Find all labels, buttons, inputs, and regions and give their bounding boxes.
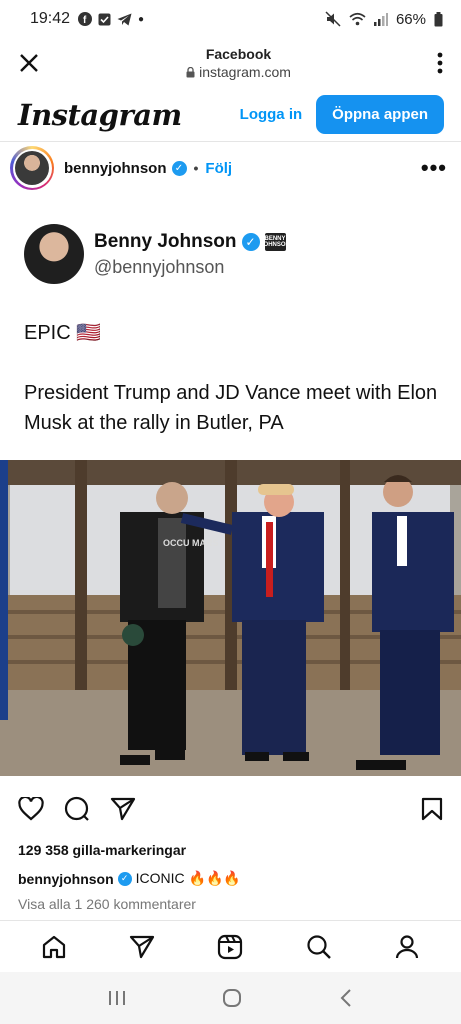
- browser-toolbar: Facebook instagram.com: [0, 38, 461, 88]
- tweet-card: Benny Johnson ✓ BENNY JOHNSON @bennyjohn…: [0, 194, 461, 460]
- search-icon[interactable]: [306, 934, 332, 960]
- avatar-story-ring[interactable]: [10, 146, 54, 190]
- status-bar: 19:42 f ● 66%: [0, 0, 461, 38]
- login-link[interactable]: Logga in: [240, 106, 303, 123]
- status-right: 66%: [325, 11, 443, 28]
- tweet-avatar: [24, 224, 84, 284]
- signal-icon: [373, 13, 388, 26]
- wifi-icon: [349, 12, 366, 26]
- header-actions: Logga in Öppna appen: [240, 95, 444, 134]
- instagram-logo[interactable]: Instagram: [18, 98, 182, 132]
- reels-icon[interactable]: [217, 934, 243, 960]
- recent-apps-icon[interactable]: [108, 990, 126, 1006]
- more-vertical-icon[interactable]: [437, 52, 443, 74]
- caption-text: ICONIC 🔥🔥🔥: [135, 870, 241, 886]
- telegram-icon: [117, 13, 132, 25]
- battery-percent: 66%: [395, 10, 426, 28]
- mute-icon: [325, 11, 341, 27]
- instagram-header: Instagram Logga in Öppna appen: [0, 88, 461, 142]
- status-time: 19:42: [30, 10, 71, 27]
- tweet-display-name: Benny Johnson: [94, 230, 237, 252]
- profile-icon[interactable]: [394, 934, 420, 960]
- more-options-icon[interactable]: •••: [421, 155, 447, 181]
- tweet-verified-icon: ✓: [241, 232, 260, 251]
- likes-count[interactable]: 129 358 gilla-markeringar: [18, 842, 186, 858]
- view-comments-link[interactable]: Visa alla 1 260 kommentarer: [18, 896, 196, 912]
- home-button-icon[interactable]: [222, 988, 242, 1008]
- caption-verified-icon: ✓: [117, 871, 132, 886]
- home-icon[interactable]: [41, 934, 67, 960]
- notification-icons: f ●: [78, 12, 144, 26]
- caption-username[interactable]: bennyjohnson: [18, 871, 114, 887]
- back-icon[interactable]: [339, 988, 353, 1008]
- post-username[interactable]: bennyjohnson: [64, 160, 167, 177]
- dot-icon: ●: [138, 13, 145, 25]
- close-icon[interactable]: [18, 52, 40, 74]
- tweet-names: Benny Johnson ✓ BENNY JOHNSON @bennyjohn…: [94, 230, 290, 278]
- direct-send-icon[interactable]: [129, 935, 155, 959]
- post-user-row: bennyjohnson ✓ • Följ: [64, 160, 232, 177]
- follow-button[interactable]: Följ: [205, 160, 232, 177]
- tweet-handle: @bennyjohnson: [94, 256, 225, 277]
- battery-icon: [434, 11, 443, 26]
- comment-icon[interactable]: [64, 796, 90, 822]
- photo-illustration: OCCU MARS: [0, 460, 461, 776]
- share-send-icon[interactable]: [110, 797, 136, 821]
- browser-url[interactable]: instagram.com: [186, 64, 291, 80]
- post-actions: [0, 790, 461, 828]
- shirt-text: OCCU MARS: [163, 538, 219, 548]
- tweet-author: Benny Johnson ✓ BENNY JOHNSON @bennyjohn…: [24, 224, 290, 284]
- tweet-name-row: Benny Johnson ✓ BENNY JOHNSON: [94, 230, 290, 253]
- caption: bennyjohnson ✓ ICONIC 🔥🔥🔥: [18, 870, 241, 887]
- avatar-ring-inner: [12, 148, 52, 188]
- open-app-button[interactable]: Öppna appen: [316, 95, 444, 134]
- status-left: 19:42 f ●: [30, 10, 144, 28]
- url-text: instagram.com: [199, 64, 291, 80]
- facebook-icon: f: [78, 12, 93, 26]
- android-nav-bar: [0, 972, 461, 1024]
- lock-icon: [186, 66, 195, 77]
- post-photo[interactable]: OCCU MARS: [0, 460, 461, 776]
- browser-title-block: Facebook instagram.com: [186, 46, 291, 80]
- post-header: bennyjohnson ✓ • Följ •••: [0, 142, 461, 194]
- avatar: [15, 151, 49, 185]
- separator-dot: •: [193, 160, 199, 176]
- like-heart-icon[interactable]: [18, 797, 44, 821]
- bookmark-icon[interactable]: [421, 797, 443, 821]
- tweet-headline: EPIC 🇺🇸: [24, 322, 102, 344]
- browser-title: Facebook: [205, 46, 272, 62]
- checkbox-icon: [98, 13, 111, 25]
- bottom-nav: [0, 920, 461, 972]
- tweet-body: President Trump and JD Vance meet with E…: [24, 382, 438, 434]
- affiliate-badge: BENNY JOHNSON: [260, 232, 290, 251]
- verified-badge-icon: ✓: [171, 160, 187, 176]
